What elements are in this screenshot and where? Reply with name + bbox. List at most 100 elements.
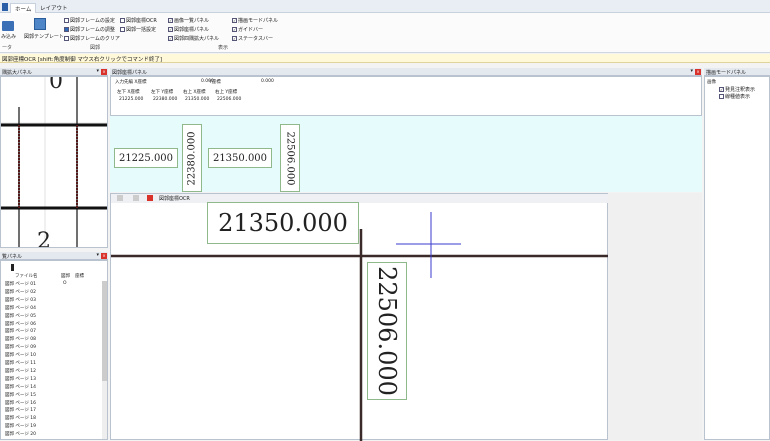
coord-panel: 入力先編 X座標 0.000 Y座標 0.000 左下 X座標 左下 Y座標 右…: [110, 76, 702, 116]
draw-panel-header: 描画モードパネル: [704, 68, 770, 76]
zoom-panel: 0 2: [0, 76, 108, 248]
scrollbar[interactable]: [102, 281, 107, 439]
header-ll-x: 左下 X座標: [117, 90, 140, 95]
frame-settings-icon: [64, 18, 69, 23]
template-button[interactable]: 図郭テンプレート: [24, 33, 64, 40]
value-ur-x[interactable]: 21350.000: [185, 97, 209, 102]
zoom-digit-top: 0: [49, 76, 63, 94]
ocr-canvas[interactable]: [111, 194, 609, 441]
toggle-drawing-mode[interactable]: ✓ 描画モードパネル: [232, 17, 278, 24]
check-icon: ✓: [232, 36, 237, 41]
ocr-x-value[interactable]: 21350.000: [207, 202, 359, 244]
toggle-coord-panel[interactable]: ✓ 図郭座標パネル: [168, 26, 209, 33]
batch-settings-button[interactable]: 図郭一括設定: [120, 26, 156, 33]
image-panel-header: 覧パネル ▾ ×: [0, 252, 108, 260]
value-ll-x[interactable]: 21225.000: [119, 97, 143, 102]
zoom-canvas[interactable]: [1, 77, 108, 248]
value-ll-y[interactable]: 22380.000: [153, 97, 177, 102]
check-icon: ✓: [168, 18, 173, 23]
list-item[interactable]: 図郭 ページ 17: [5, 407, 36, 413]
zoom-digit-bottom: 2: [37, 229, 51, 248]
list-item[interactable]: 図郭 ページ 14: [5, 384, 36, 390]
list-item[interactable]: 図郭 ページ 16: [5, 400, 36, 406]
opt-annotations[interactable]: ✓ 発見注釈表示: [719, 86, 755, 93]
close-icon[interactable]: ×: [101, 69, 107, 75]
crop-ur-x[interactable]: 21350.000: [208, 148, 272, 168]
header-ur-x: 右上 X座標: [183, 90, 206, 95]
frame-adjust-button[interactable]: 図郭フレームの調整: [64, 26, 115, 33]
check-icon: ✓: [168, 36, 173, 41]
check-icon: ✓: [232, 27, 237, 32]
check-icon: ✓: [719, 87, 724, 92]
crop-ur-y[interactable]: 22506.000: [280, 124, 300, 192]
list-item[interactable]: 図郭 ページ 12: [5, 368, 36, 374]
check-icon: ✓: [232, 18, 237, 23]
list-item[interactable]: 図郭 ページ 07: [5, 328, 36, 334]
list-item[interactable]: 図郭 ページ 10: [5, 352, 36, 358]
col-coord: 座標: [75, 274, 84, 279]
list-item[interactable]: 図郭 ページ 20: [5, 431, 36, 437]
group-display-label: 表示: [218, 45, 229, 51]
list-item[interactable]: 図郭 ページ 11: [5, 360, 36, 366]
list-item[interactable]: 図郭 ページ 03: [5, 297, 36, 303]
pin-icon[interactable]: ▾: [96, 68, 99, 74]
ribbon-tabs: ホーム レイアウト: [0, 0, 770, 13]
toggle-statusbar[interactable]: ✓ ステータスバー: [232, 35, 273, 42]
frame-settings-button[interactable]: 図郭フレームの設定: [64, 17, 115, 24]
crop-ll-y[interactable]: 22380.000: [182, 124, 202, 192]
tab-home[interactable]: ホーム: [10, 3, 37, 13]
toggle-coord-zoom-panel[interactable]: ✓ 図郭四隅拡大パネル: [168, 35, 219, 42]
toggle-image-list[interactable]: ✓ 画像一覧パネル: [168, 17, 209, 24]
list-item[interactable]: 図郭 ページ 04: [5, 305, 36, 311]
zoom-panel-header: 隅拡大パネル ▾ ×: [0, 68, 108, 76]
tab-layout[interactable]: レイアウト: [36, 3, 72, 13]
crop-ll-x[interactable]: 21225.000: [114, 148, 178, 168]
list-item[interactable]: 図郭 ページ 18: [5, 415, 36, 421]
group-frame-label: 図郭: [90, 45, 101, 51]
ocr-side-area: [608, 193, 702, 440]
ocr-icon: [120, 18, 125, 23]
batch-icon: [120, 27, 125, 32]
coord-panel-header: 図郭座標パネル ▾ ×: [110, 68, 702, 76]
draw-panel: 画像 ✓ 発見注釈表示 線種値表示: [704, 76, 770, 440]
col-file: ファイル名: [15, 274, 38, 279]
list-item[interactable]: 図郭 ページ 08: [5, 336, 36, 342]
template-icon[interactable]: [34, 18, 46, 30]
load-icon[interactable]: [2, 21, 14, 31]
close-icon[interactable]: ×: [101, 253, 107, 259]
close-icon[interactable]: ×: [695, 69, 701, 75]
col-frame: 図郭: [61, 274, 70, 279]
check-icon: ✓: [168, 27, 173, 32]
toggle-guide[interactable]: ✓ ガイドバー: [232, 26, 263, 33]
ocr-y-value[interactable]: 22506.000: [367, 262, 407, 400]
list-item[interactable]: 図郭 ページ 06: [5, 321, 36, 327]
frame-clear-icon: [64, 36, 69, 41]
frame-clear-button[interactable]: 図郭フレームのクリア: [64, 35, 120, 42]
opt-linetype[interactable]: 線種値表示: [719, 93, 750, 100]
list-item[interactable]: 図郭 ページ 01: [5, 281, 36, 287]
app-menu-icon[interactable]: [2, 3, 8, 11]
pin-icon[interactable]: ▾: [690, 68, 693, 74]
list-item[interactable]: 図郭 ページ 15: [5, 392, 36, 398]
list-toolbar-icon[interactable]: [11, 264, 14, 271]
header-ll-y: 左下 Y座標: [151, 90, 174, 95]
list-item[interactable]: 図郭 ページ 13: [5, 376, 36, 382]
load-button[interactable]: み込み: [1, 33, 16, 40]
command-status: 図郭座標OCR [shift:角度制御 マウス右クリックでコマンド終了]: [0, 54, 770, 63]
frame-mark: O: [63, 281, 67, 286]
list-item[interactable]: 図郭 ページ 09: [5, 344, 36, 350]
ocr-crop-strip: 21225.000 22380.000 21350.000 22506.000: [110, 116, 702, 192]
checkbox-icon: [719, 94, 724, 99]
frame-adjust-icon: [64, 27, 69, 32]
list-item[interactable]: 図郭 ページ 19: [5, 423, 36, 429]
y-label: Y座標: [209, 80, 221, 85]
list-item[interactable]: 図郭 ページ 02: [5, 289, 36, 295]
list-item[interactable]: 図郭 ページ 05: [5, 313, 36, 319]
pin-icon[interactable]: ▾: [96, 252, 99, 258]
group-data-label: ータ: [2, 45, 13, 51]
tree-root[interactable]: 画像: [707, 79, 716, 85]
y-input[interactable]: 0.000: [261, 79, 274, 84]
header-ur-y: 右上 Y座標: [215, 90, 238, 95]
coord-ocr-button[interactable]: 図郭座標OCR: [120, 17, 157, 24]
value-ur-y[interactable]: 22506.000: [217, 97, 241, 102]
